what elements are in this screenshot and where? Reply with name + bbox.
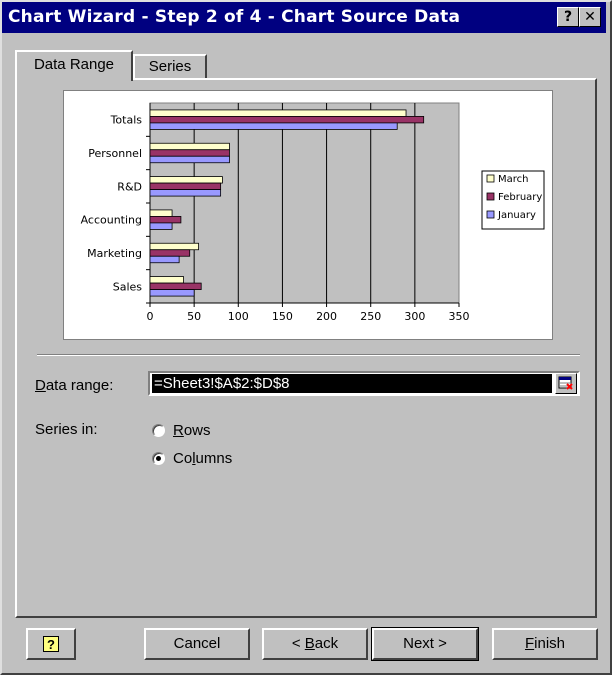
window-title: Chart Wizard - Step 2 of 4 - Chart Sourc… — [8, 7, 461, 27]
data-range-value[interactable]: =Sheet3!$A$2:$D$8 — [152, 374, 552, 393]
rows-radio[interactable] — [152, 424, 165, 437]
radio-selected-dot — [156, 456, 161, 461]
x-tick-label: 300 — [404, 310, 425, 323]
series-in-label: Series in: — [35, 421, 98, 438]
separator — [37, 354, 580, 356]
tab-data-range[interactable]: Data Range — [15, 50, 133, 81]
bar — [149, 142, 230, 151]
next-label: Next > — [403, 635, 447, 652]
finish-button[interactable]: Finish — [492, 628, 598, 660]
close-button[interactable]: ✕ — [579, 7, 601, 27]
x-tick-label: 250 — [360, 310, 381, 323]
x-tick-label: 350 — [449, 310, 470, 323]
x-tick-label: 0 — [147, 310, 154, 323]
bar — [149, 122, 398, 130]
bar — [149, 182, 222, 190]
columns-label[interactable]: Columns — [173, 450, 232, 467]
collapse-dialog-button[interactable] — [555, 373, 577, 394]
bar — [149, 289, 195, 297]
bar — [149, 149, 230, 157]
legend-label: February — [498, 192, 542, 203]
tab-label: Series — [148, 58, 192, 75]
bar — [149, 276, 184, 284]
data-range-label: Data range: — [35, 377, 114, 394]
bar — [149, 242, 199, 251]
help-icon: ? — [43, 636, 59, 653]
bar — [149, 116, 425, 124]
bar — [149, 249, 191, 257]
columns-radio[interactable] — [152, 452, 165, 465]
help-title-button[interactable]: ? — [557, 7, 579, 27]
chart-preview: 0 50 100 150 200 250 300 350 Sales Marketing Accou… — [63, 90, 553, 340]
bar — [149, 176, 223, 184]
legend-swatch — [486, 174, 495, 183]
cancel-button[interactable]: Cancel — [144, 628, 250, 660]
y-category-label: Marketing — [87, 247, 142, 260]
bar — [149, 209, 173, 217]
help-button[interactable]: ? — [26, 628, 76, 660]
x-tick-label: 200 — [316, 310, 337, 323]
x-tick-label: 50 — [187, 310, 201, 323]
legend-label: March — [498, 174, 528, 185]
finish-label: Finish — [524, 635, 566, 652]
bar — [149, 222, 173, 230]
bar — [149, 155, 230, 164]
question-icon: ? — [563, 9, 573, 25]
close-icon: ✕ — [584, 9, 596, 25]
y-category-label: Accounting — [81, 214, 142, 227]
next-button[interactable]: Next > — [371, 627, 479, 661]
y-category-label: R&D — [117, 180, 142, 193]
range-select-icon — [558, 376, 573, 390]
data-range-input[interactable]: =Sheet3!$A$2:$D$8 — [148, 371, 580, 396]
back-button[interactable]: < Back — [262, 628, 368, 660]
y-category-label: Sales — [113, 280, 143, 293]
bar — [149, 216, 182, 224]
legend-swatch — [486, 192, 495, 201]
title-bar[interactable]: Chart Wizard - Step 2 of 4 - Chart Sourc… — [2, 2, 606, 33]
bar — [149, 189, 222, 197]
legend-swatch — [486, 210, 495, 219]
plot-area — [149, 102, 460, 304]
bar-chart: 0 50 100 150 200 250 300 350 Sales Marketing Accou… — [81, 102, 545, 323]
cancel-label: Cancel — [173, 635, 221, 652]
y-category-label: Personnel — [88, 147, 142, 160]
rows-label[interactable]: Rows — [173, 422, 211, 439]
tab-label: Data Range — [33, 56, 115, 73]
back-label: < Back — [291, 635, 339, 652]
legend-label: January — [497, 210, 536, 221]
bar — [149, 109, 407, 117]
x-tick-label: 100 — [228, 310, 249, 323]
y-category-label: Totals — [110, 114, 143, 127]
bar — [149, 282, 202, 290]
bar — [149, 255, 180, 264]
tab-series[interactable]: Series — [133, 54, 207, 78]
x-tick-label: 150 — [272, 310, 293, 323]
